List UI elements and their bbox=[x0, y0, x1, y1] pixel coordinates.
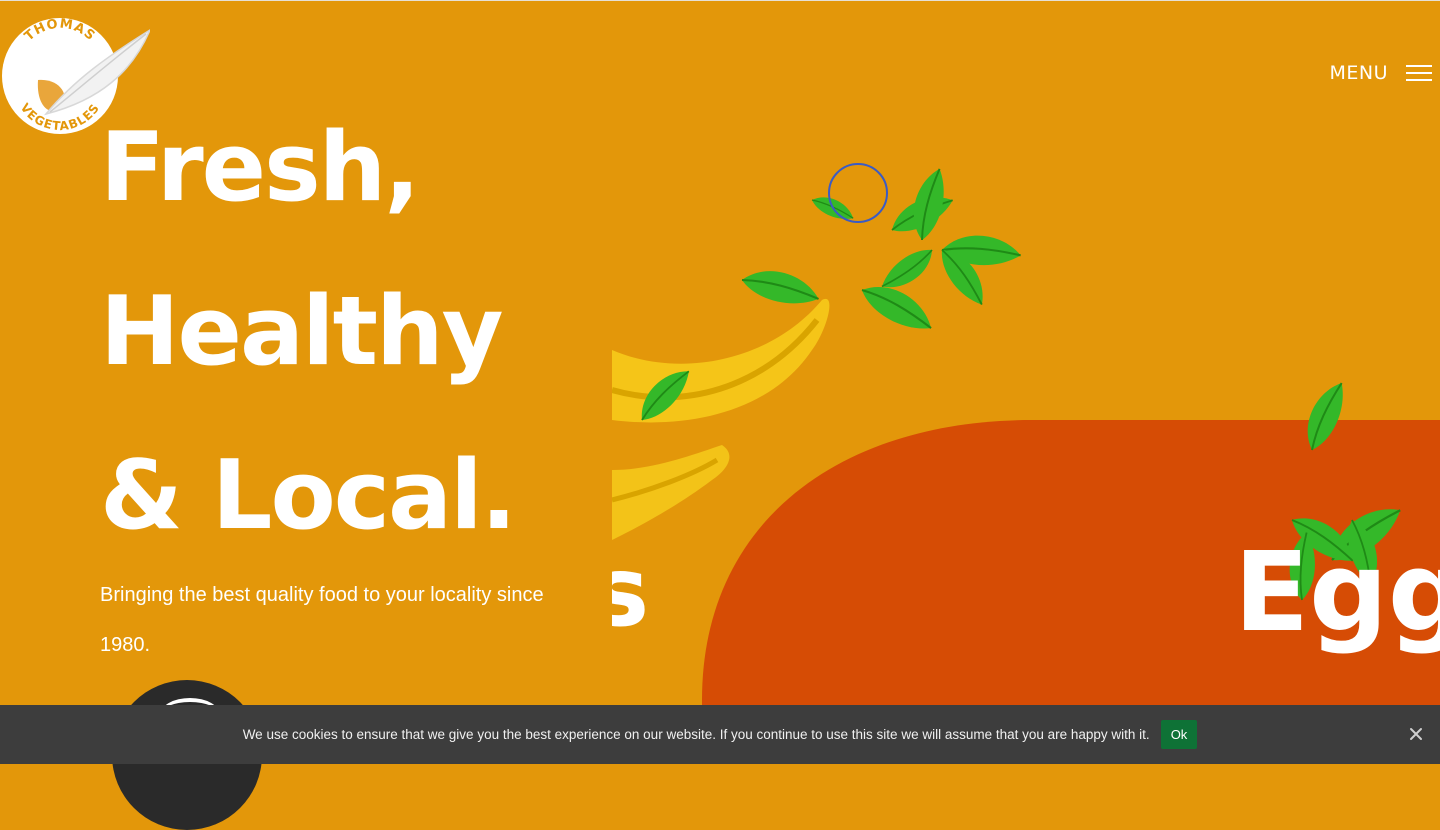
slide-word-left: s bbox=[612, 536, 649, 648]
hero-tagline: Bringing the best quality food to your l… bbox=[100, 584, 544, 656]
cookie-text: We use cookies to ensure that we give yo… bbox=[242, 727, 1150, 742]
cookie-notice: We use cookies to ensure that we give yo… bbox=[0, 705, 1440, 764]
close-icon[interactable] bbox=[1408, 726, 1424, 742]
hero-headline: Fresh, Healthy & Local. bbox=[100, 86, 517, 578]
cursor-ring bbox=[828, 163, 888, 223]
headline-line-1: Fresh, bbox=[100, 113, 420, 223]
headline-line-2: Healthy bbox=[100, 277, 504, 387]
hero-slider: s Egg bbox=[612, 163, 1440, 764]
cookie-ok-button[interactable]: Ok bbox=[1160, 720, 1198, 749]
slide-word-right: Egg bbox=[1234, 528, 1440, 656]
headline-line-3: & Local. bbox=[100, 441, 517, 551]
